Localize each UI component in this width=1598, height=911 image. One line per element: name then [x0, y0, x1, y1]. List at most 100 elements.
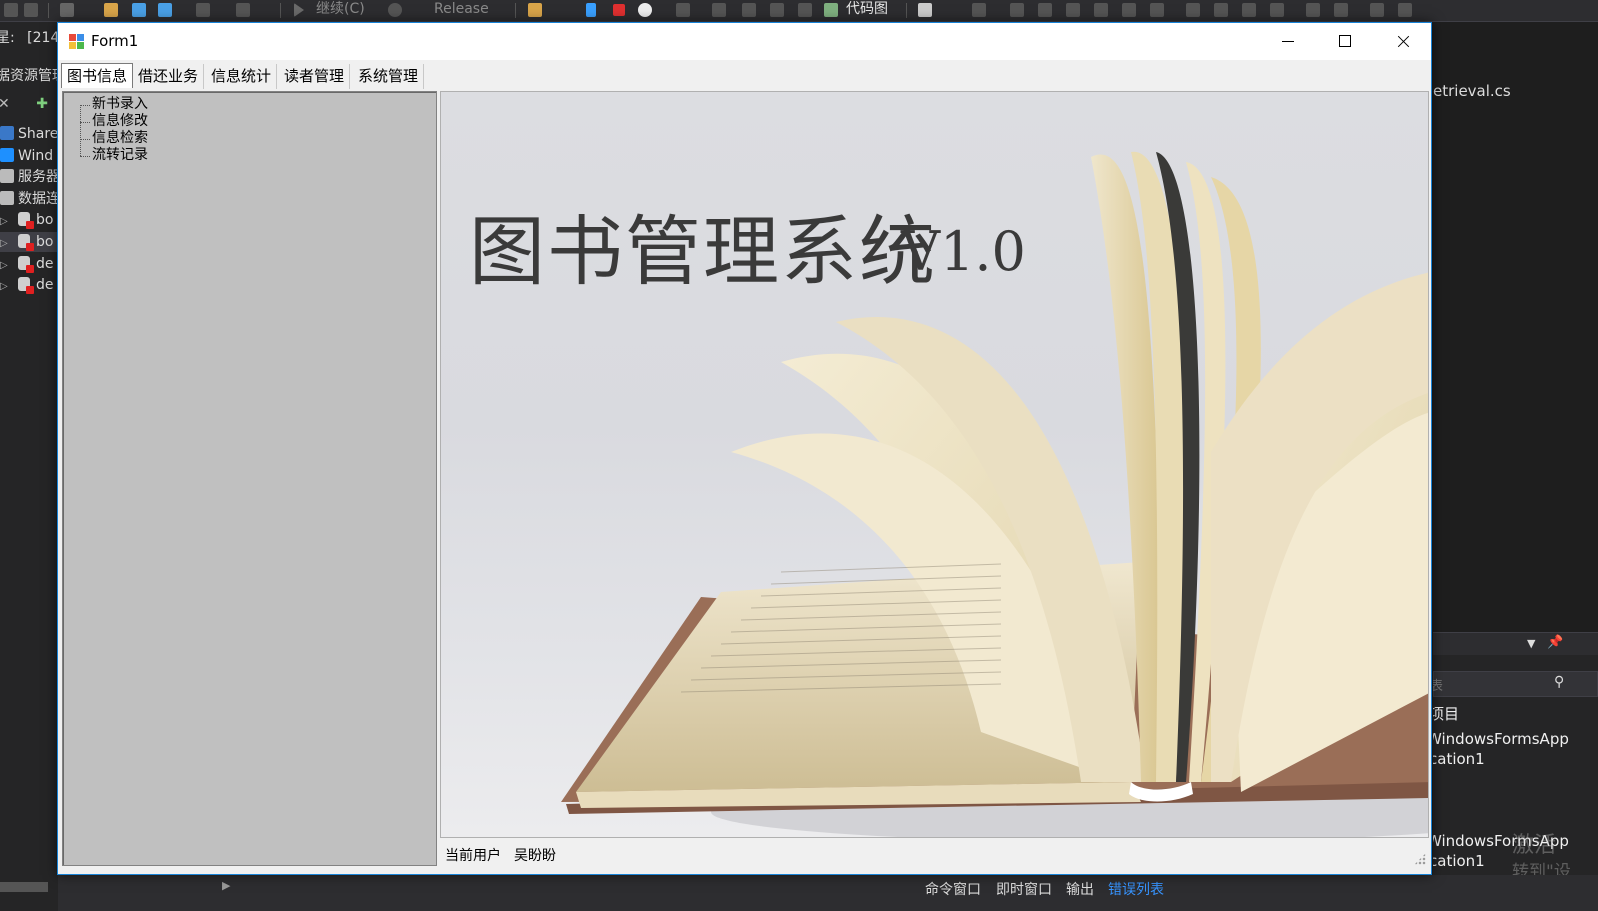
- db-connection-item[interactable]: ▷ de: [0, 254, 54, 274]
- spacing-vertical-icon[interactable]: [1334, 3, 1348, 17]
- ide-toolbar: 继续(C) Release 代码图: [0, 0, 1598, 22]
- save-icon[interactable]: [132, 3, 146, 17]
- align-icon[interactable]: [972, 3, 986, 17]
- play-icon[interactable]: [294, 3, 304, 17]
- banner-picture: 图书管理系统 V1.0: [440, 91, 1429, 838]
- expand-icon[interactable]: ▷: [0, 256, 8, 276]
- align-bottom-icon[interactable]: [1150, 3, 1164, 17]
- explorer-title: 据资源管理: [0, 68, 58, 84]
- book-info-tree: 新书录入 信息修改 信息检索 流转记录: [62, 91, 437, 866]
- size-both-icon[interactable]: [1242, 3, 1256, 17]
- tab-bar: 图书信息 借还业务 信息统计 读者管理 系统管理: [58, 61, 1431, 89]
- tool-icon[interactable]: [918, 3, 932, 17]
- tab-book-info[interactable]: 图书信息: [61, 63, 134, 88]
- panel-header: ▼ 📌: [1433, 633, 1598, 655]
- minimize-button[interactable]: [1259, 23, 1316, 60]
- ide-solution-explorer: etrieval.cs ▼ 📌 表 ⚲ 项目 WindowsFormsApp c…: [1433, 22, 1598, 911]
- hot-reload-icon[interactable]: [676, 3, 690, 17]
- bring-front-icon[interactable]: [1370, 3, 1384, 17]
- server-icon: [0, 169, 14, 183]
- ide-bottom-tabs: 命令窗口 即时窗口 输出 错误列表: [58, 875, 1598, 911]
- file-tab[interactable]: etrieval.cs: [1433, 82, 1511, 100]
- tree-item-new-book[interactable]: 新书录入: [92, 96, 148, 112]
- explorer-item-share[interactable]: Share: [0, 124, 58, 144]
- align-center-icon[interactable]: [1038, 3, 1052, 17]
- pause-icon[interactable]: [586, 3, 596, 17]
- expand-icon[interactable]: ▷: [0, 212, 8, 232]
- tab-borrow-return[interactable]: 借还业务: [133, 64, 205, 89]
- explorer-item-data-connections[interactable]: 数据连: [0, 189, 58, 209]
- current-user-value: 吴盼盼: [514, 848, 556, 864]
- tab-immediate-window[interactable]: 即时窗口: [996, 879, 1052, 899]
- resize-grip[interactable]: [1414, 853, 1426, 865]
- tree-item-circulation-records[interactable]: 流转记录: [92, 147, 148, 163]
- restart-icon[interactable]: [388, 3, 402, 17]
- tree-item-search-info[interactable]: 信息检索: [92, 130, 148, 146]
- section-label: 项目: [1433, 705, 1460, 723]
- align-top-icon[interactable]: [1094, 3, 1108, 17]
- process-dropdown[interactable]: [214: [27, 30, 58, 46]
- size-width-icon[interactable]: [1186, 3, 1200, 17]
- tab-reader-management[interactable]: 读者管理: [279, 64, 351, 89]
- db-connection-item[interactable]: ▷ de: [0, 275, 54, 295]
- send-back-icon[interactable]: [1398, 3, 1412, 17]
- redo-icon[interactable]: [236, 3, 250, 17]
- database-error-icon: [18, 212, 34, 229]
- explorer-item-windows[interactable]: Wind: [0, 146, 53, 166]
- status-bar: 当前用户 吴盼盼: [440, 840, 1429, 868]
- codemap-icon[interactable]: [824, 3, 838, 17]
- forward-icon[interactable]: [24, 3, 38, 17]
- tab-statistics[interactable]: 信息统计: [206, 64, 278, 89]
- process-label: 星:: [0, 30, 15, 46]
- tab-system-management[interactable]: 系统管理: [353, 64, 425, 89]
- tab-output[interactable]: 输出: [1066, 879, 1094, 899]
- project-entry-sub[interactable]: cation1: [1433, 851, 1485, 871]
- back-icon[interactable]: [4, 3, 18, 17]
- expand-icon[interactable]: ▷: [0, 234, 8, 254]
- size-height-icon[interactable]: [1214, 3, 1228, 17]
- config-dropdown[interactable]: Release: [434, 0, 489, 18]
- db-connection-item[interactable]: ▷ bo: [0, 232, 58, 252]
- search-icon[interactable]: ⚲: [1554, 674, 1564, 690]
- grid-icon[interactable]: [1270, 3, 1284, 17]
- pin-icon[interactable]: 📌: [1547, 635, 1563, 650]
- windows-icon: [0, 148, 14, 162]
- scroll-right-icon[interactable]: ▶: [222, 879, 230, 892]
- db-connection-item[interactable]: ▷ bo: [0, 210, 53, 230]
- undo-icon[interactable]: [196, 3, 210, 17]
- tree-item-edit-info[interactable]: 信息修改: [92, 113, 148, 129]
- current-user-label: 当前用户: [445, 848, 501, 864]
- continue-button[interactable]: 继续(C): [316, 0, 365, 18]
- new-project-icon[interactable]: [60, 3, 74, 17]
- spacing-icon[interactable]: [1306, 3, 1320, 17]
- dropdown-icon[interactable]: ▼: [1527, 637, 1535, 650]
- stop-icon[interactable]: [613, 4, 625, 16]
- find-icon[interactable]: [528, 3, 542, 17]
- project-entry[interactable]: WindowsFormsApp: [1433, 729, 1569, 749]
- refresh-icon[interactable]: [638, 3, 652, 17]
- step-out-icon[interactable]: [798, 3, 812, 17]
- close-button[interactable]: [1374, 23, 1431, 60]
- tab-error-list[interactable]: 错误列表: [1108, 879, 1164, 899]
- step-icon[interactable]: [712, 3, 726, 17]
- form-window: Form1 图书信息 借还业务 信息统计 读者管理 系统管理 新书录入 信息修改…: [57, 22, 1432, 875]
- step-into-icon[interactable]: [742, 3, 756, 17]
- tab-command-window[interactable]: 命令窗口: [925, 879, 981, 899]
- project-entry-sub[interactable]: cation1: [1433, 749, 1485, 769]
- title-bar[interactable]: Form1: [58, 23, 1431, 60]
- maximize-button[interactable]: [1316, 23, 1373, 60]
- horizontal-scrollbar[interactable]: [0, 882, 48, 892]
- close-icon[interactable]: ✕: [0, 96, 10, 112]
- expand-icon[interactable]: ▷: [0, 277, 8, 297]
- app-icon: [69, 34, 85, 50]
- connect-icon[interactable]: ✚: [36, 96, 48, 112]
- align-right-icon[interactable]: [1066, 3, 1080, 17]
- align-middle-icon[interactable]: [1122, 3, 1136, 17]
- solution-search-input[interactable]: 表 ⚲: [1433, 671, 1598, 697]
- explorer-item-servers[interactable]: 服务器: [0, 167, 58, 187]
- align-left-icon[interactable]: [1010, 3, 1024, 17]
- step-over-icon[interactable]: [770, 3, 784, 17]
- save-all-icon[interactable]: [158, 3, 172, 17]
- open-folder-icon[interactable]: [104, 3, 118, 17]
- codemap-button[interactable]: 代码图: [846, 0, 888, 18]
